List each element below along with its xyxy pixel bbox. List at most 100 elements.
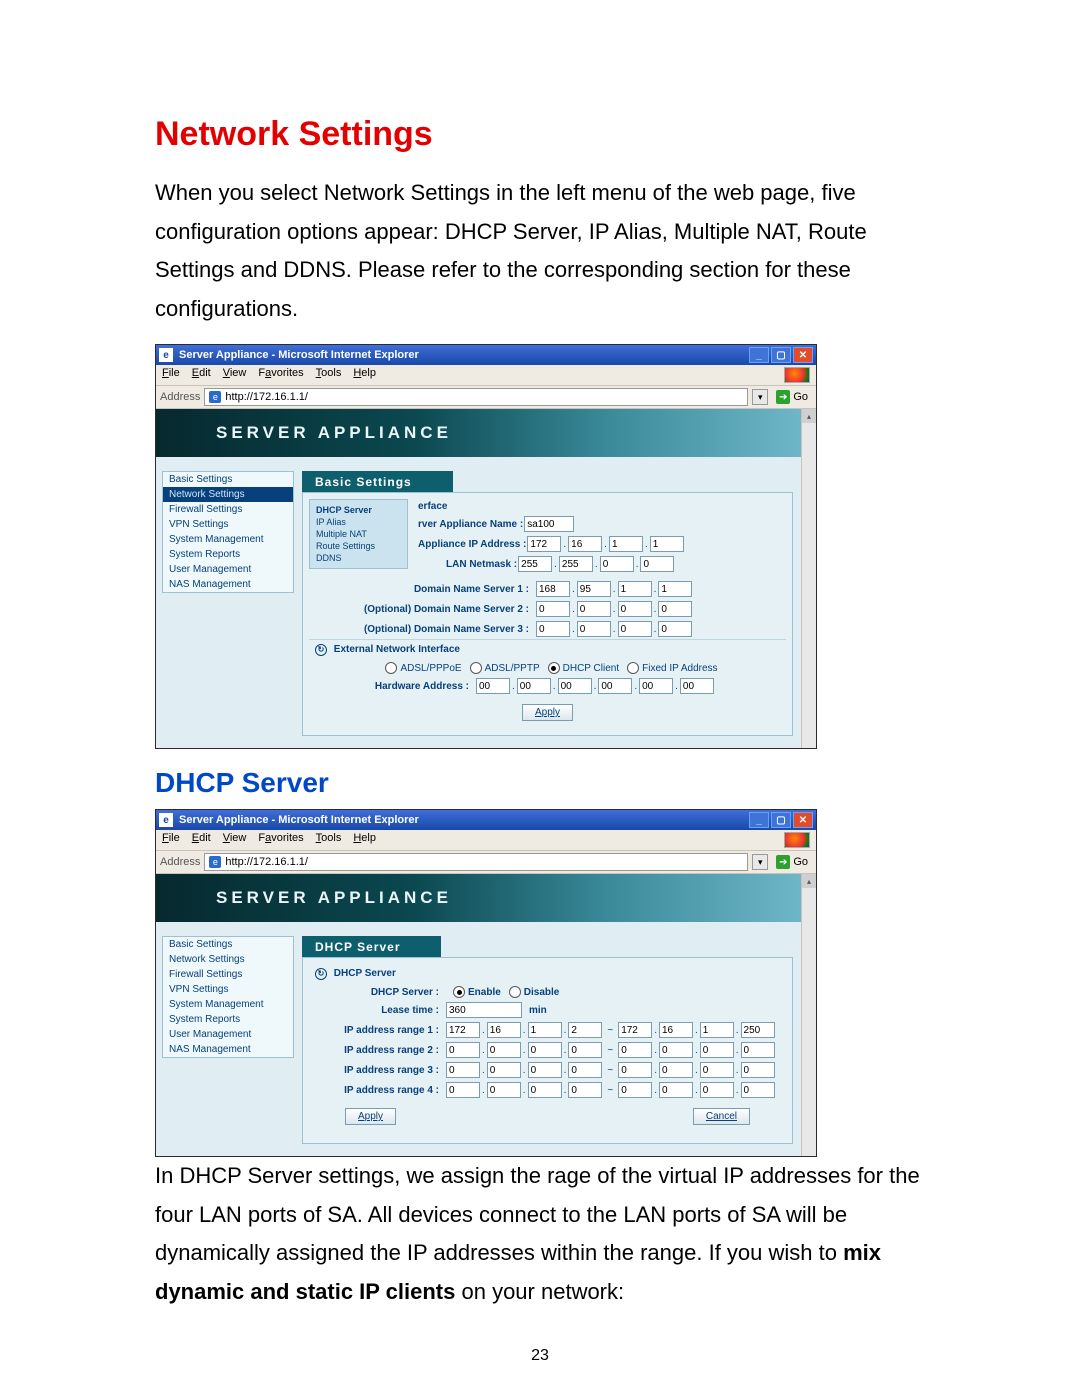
r4t-4[interactable] bbox=[741, 1082, 775, 1098]
r2f-2[interactable] bbox=[487, 1042, 521, 1058]
appliance-ip-3[interactable] bbox=[609, 536, 643, 552]
hw-1[interactable] bbox=[476, 678, 510, 694]
appliance-ip-2[interactable] bbox=[568, 536, 602, 552]
r2f-3[interactable] bbox=[528, 1042, 562, 1058]
lan-netmask-2[interactable] bbox=[559, 556, 593, 572]
submenu-route-settings[interactable]: Route Settings bbox=[316, 540, 401, 552]
r4f-4[interactable] bbox=[568, 1082, 602, 1098]
hw-3[interactable] bbox=[558, 678, 592, 694]
r3t-4[interactable] bbox=[741, 1062, 775, 1078]
r3t-1[interactable] bbox=[618, 1062, 652, 1078]
r3t-3[interactable] bbox=[700, 1062, 734, 1078]
go-button[interactable]: ➔ Go bbox=[772, 855, 812, 869]
sidebar-item-basic-settings[interactable]: Basic Settings bbox=[163, 937, 293, 952]
r3t-2[interactable] bbox=[659, 1062, 693, 1078]
r1f-2[interactable] bbox=[487, 1022, 521, 1038]
submenu-ip-alias[interactable]: IP Alias bbox=[316, 516, 401, 528]
dns1-2[interactable] bbox=[577, 581, 611, 597]
radio-dhcp-client[interactable] bbox=[548, 662, 560, 674]
dns3-3[interactable] bbox=[618, 621, 652, 637]
r1t-4[interactable] bbox=[741, 1022, 775, 1038]
url-field[interactable]: e http://172.16.1.1/ bbox=[204, 853, 748, 871]
menu-tools[interactable]: Tools bbox=[316, 832, 342, 848]
submenu-multiple-nat[interactable]: Multiple NAT bbox=[316, 528, 401, 540]
go-button[interactable]: ➔ Go bbox=[772, 390, 812, 404]
sidebar-item-vpn-settings[interactable]: VPN Settings bbox=[163, 517, 293, 532]
r1t-2[interactable] bbox=[659, 1022, 693, 1038]
r4t-1[interactable] bbox=[618, 1082, 652, 1098]
radio-adsl-pppoe[interactable] bbox=[385, 662, 397, 674]
hw-2[interactable] bbox=[517, 678, 551, 694]
vertical-scrollbar[interactable]: ▴ bbox=[801, 874, 816, 1156]
sidebar-item-network-settings[interactable]: Network Settings bbox=[163, 487, 293, 502]
menu-edit[interactable]: Edit bbox=[192, 832, 211, 848]
radio-enable[interactable] bbox=[453, 986, 465, 998]
radio-adsl-pptp[interactable] bbox=[470, 662, 482, 674]
sidebar-item-firewall-settings[interactable]: Firewall Settings bbox=[163, 967, 293, 982]
r2t-3[interactable] bbox=[700, 1042, 734, 1058]
maximize-button[interactable]: ▢ bbox=[771, 347, 791, 363]
r1t-1[interactable] bbox=[618, 1022, 652, 1038]
dns2-1[interactable] bbox=[536, 601, 570, 617]
sidebar-item-nas-management[interactable]: NAS Management bbox=[163, 1042, 293, 1057]
minimize-button[interactable]: _ bbox=[749, 347, 769, 363]
apply-button[interactable]: Apply bbox=[345, 1108, 396, 1125]
appliance-ip-4[interactable] bbox=[650, 536, 684, 552]
r4t-3[interactable] bbox=[700, 1082, 734, 1098]
r4t-2[interactable] bbox=[659, 1082, 693, 1098]
close-button[interactable]: ✕ bbox=[793, 347, 813, 363]
r3f-4[interactable] bbox=[568, 1062, 602, 1078]
sidebar-item-nas-management[interactable]: NAS Management bbox=[163, 577, 293, 592]
appliance-ip-1[interactable] bbox=[527, 536, 561, 552]
sidebar-item-user-management[interactable]: User Management bbox=[163, 1027, 293, 1042]
sidebar-item-vpn-settings[interactable]: VPN Settings bbox=[163, 982, 293, 997]
r3f-3[interactable] bbox=[528, 1062, 562, 1078]
dns3-4[interactable] bbox=[658, 621, 692, 637]
r1t-3[interactable] bbox=[700, 1022, 734, 1038]
lan-netmask-3[interactable] bbox=[600, 556, 634, 572]
sidebar-item-system-reports[interactable]: System Reports bbox=[163, 1012, 293, 1027]
sidebar-item-firewall-settings[interactable]: Firewall Settings bbox=[163, 502, 293, 517]
url-dropdown[interactable]: ▾ bbox=[752, 389, 768, 405]
r4f-1[interactable] bbox=[446, 1082, 480, 1098]
dns2-4[interactable] bbox=[658, 601, 692, 617]
vertical-scrollbar[interactable]: ▴ bbox=[801, 409, 816, 748]
menu-edit[interactable]: Edit bbox=[192, 367, 211, 383]
hw-5[interactable] bbox=[639, 678, 673, 694]
r2f-1[interactable] bbox=[446, 1042, 480, 1058]
r2t-1[interactable] bbox=[618, 1042, 652, 1058]
url-dropdown[interactable]: ▾ bbox=[752, 854, 768, 870]
dns1-4[interactable] bbox=[658, 581, 692, 597]
menu-favorites[interactable]: Favorites bbox=[258, 832, 303, 848]
maximize-button[interactable]: ▢ bbox=[771, 812, 791, 828]
dns2-3[interactable] bbox=[618, 601, 652, 617]
dns2-2[interactable] bbox=[577, 601, 611, 617]
r3f-2[interactable] bbox=[487, 1062, 521, 1078]
r3f-1[interactable] bbox=[446, 1062, 480, 1078]
r1f-1[interactable] bbox=[446, 1022, 480, 1038]
hw-4[interactable] bbox=[598, 678, 632, 694]
sidebar-item-user-management[interactable]: User Management bbox=[163, 562, 293, 577]
r1f-3[interactable] bbox=[528, 1022, 562, 1038]
submenu-dhcp-server[interactable]: DHCP Server bbox=[316, 504, 401, 516]
lan-netmask-4[interactable] bbox=[640, 556, 674, 572]
r4f-3[interactable] bbox=[528, 1082, 562, 1098]
dns3-2[interactable] bbox=[577, 621, 611, 637]
dns3-1[interactable] bbox=[536, 621, 570, 637]
r2f-4[interactable] bbox=[568, 1042, 602, 1058]
menu-tools[interactable]: Tools bbox=[316, 367, 342, 383]
dns1-3[interactable] bbox=[618, 581, 652, 597]
sidebar-item-system-management[interactable]: System Management bbox=[163, 532, 293, 547]
menu-file[interactable]: File bbox=[162, 367, 180, 383]
menu-help[interactable]: Help bbox=[353, 832, 376, 848]
menu-file[interactable]: File bbox=[162, 832, 180, 848]
radio-fixed-ip[interactable] bbox=[627, 662, 639, 674]
menu-view[interactable]: View bbox=[223, 832, 247, 848]
menu-view[interactable]: View bbox=[223, 367, 247, 383]
lan-netmask-1[interactable] bbox=[518, 556, 552, 572]
sidebar-item-system-management[interactable]: System Management bbox=[163, 997, 293, 1012]
appliance-name-input[interactable] bbox=[524, 516, 574, 532]
sidebar-item-basic-settings[interactable]: Basic Settings bbox=[163, 472, 293, 487]
r2t-2[interactable] bbox=[659, 1042, 693, 1058]
sidebar-item-network-settings[interactable]: Network Settings bbox=[163, 952, 293, 967]
